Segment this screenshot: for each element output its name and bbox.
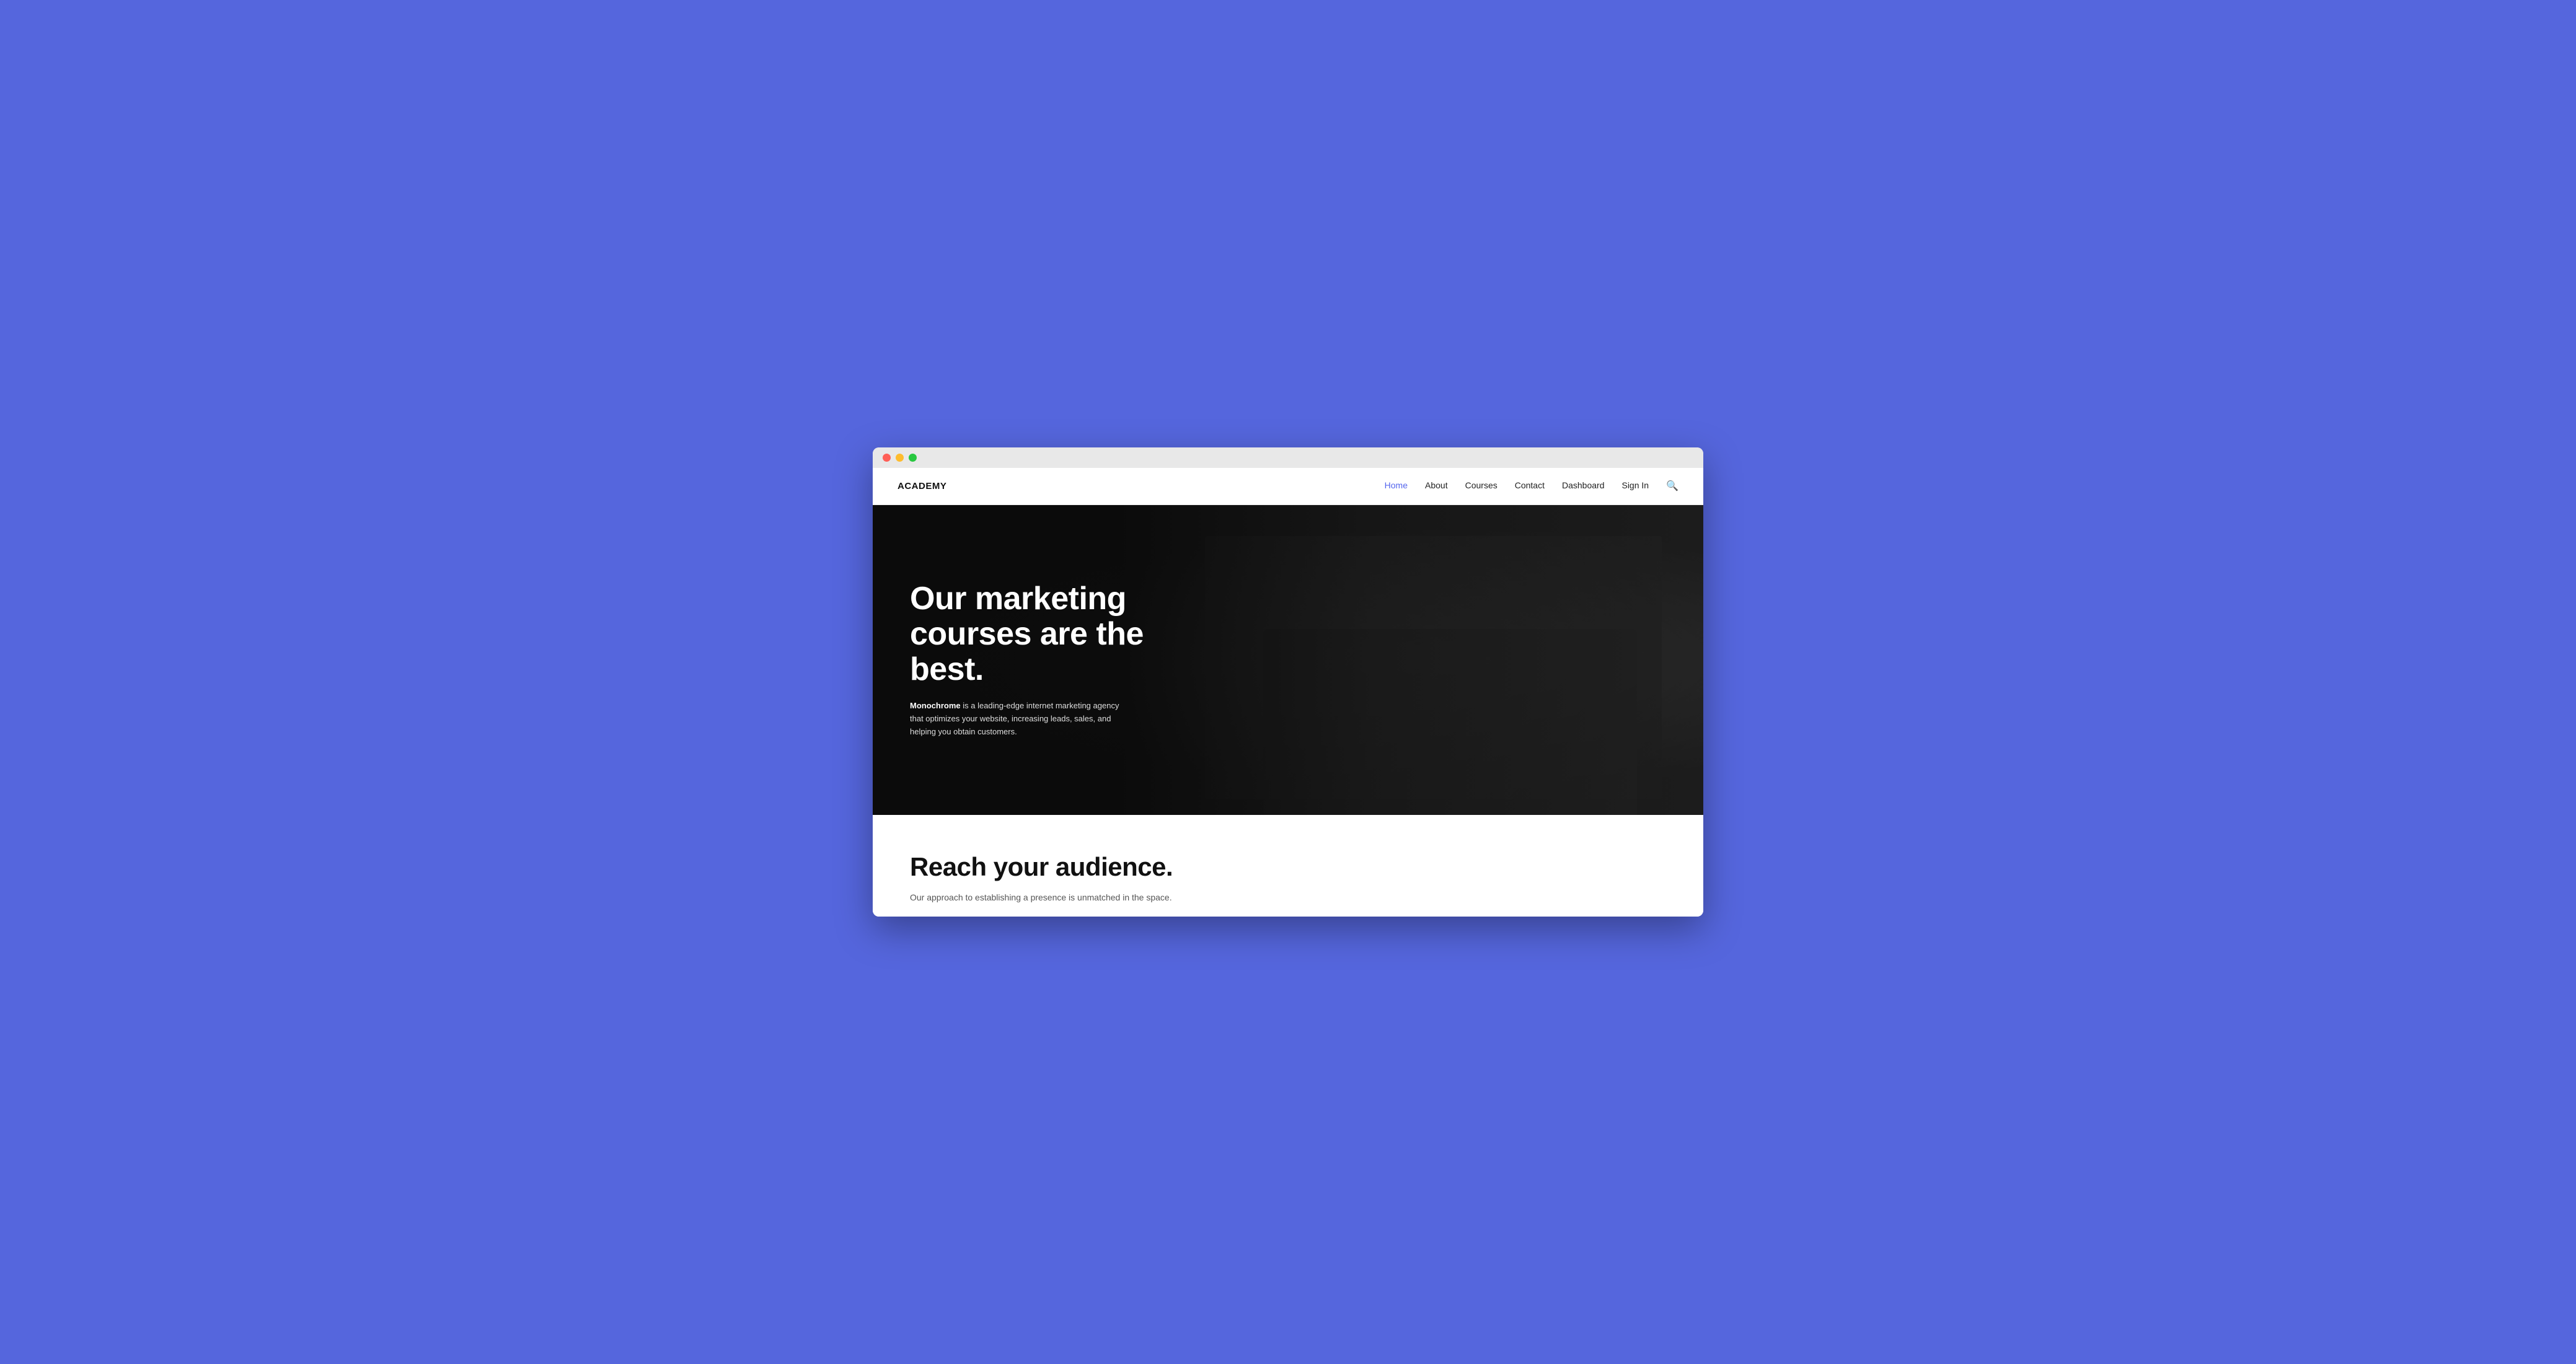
nav-item-about[interactable]: About xyxy=(1425,480,1448,491)
close-button[interactable] xyxy=(883,454,891,462)
nav-item-signin[interactable]: Sign In xyxy=(1621,480,1649,491)
hero-brand-name: Monochrome xyxy=(910,701,961,710)
hero-content: Our marketing courses are the best. Mono… xyxy=(873,581,1232,739)
nav-item-courses[interactable]: Courses xyxy=(1465,480,1498,491)
section-subtitle: Our approach to establishing a presence … xyxy=(910,891,1666,904)
nav-search[interactable]: 🔍 xyxy=(1666,480,1678,492)
navbar: ACADEMY Home About Courses Contact Dashb… xyxy=(873,468,1703,505)
nav-item-contact[interactable]: Contact xyxy=(1515,480,1545,491)
hero-description: Monochrome is a leading-edge internet ma… xyxy=(910,700,1133,738)
nav-item-home[interactable]: Home xyxy=(1385,480,1408,491)
hero-section: Our marketing courses are the best. Mono… xyxy=(873,505,1703,815)
nav-link-dashboard[interactable]: Dashboard xyxy=(1562,480,1605,490)
section-title: Reach your audience. xyxy=(910,852,1666,882)
browser-window: ACADEMY Home About Courses Contact Dashb… xyxy=(873,447,1703,917)
maximize-button[interactable] xyxy=(909,454,917,462)
browser-chrome xyxy=(873,447,1703,468)
nav-item-dashboard[interactable]: Dashboard xyxy=(1562,480,1605,491)
nav-link-about[interactable]: About xyxy=(1425,480,1448,490)
search-icon[interactable]: 🔍 xyxy=(1666,481,1678,491)
below-hero-section: Reach your audience. Our approach to est… xyxy=(873,815,1703,917)
hero-title: Our marketing courses are the best. xyxy=(910,581,1195,688)
nav-links: Home About Courses Contact Dashboard Sig… xyxy=(1385,480,1678,492)
nav-link-courses[interactable]: Courses xyxy=(1465,480,1498,490)
nav-link-home[interactable]: Home xyxy=(1385,480,1408,490)
nav-link-contact[interactable]: Contact xyxy=(1515,480,1545,490)
site-logo[interactable]: ACADEMY xyxy=(898,481,946,491)
minimize-button[interactable] xyxy=(896,454,904,462)
nav-link-signin[interactable]: Sign In xyxy=(1621,480,1649,490)
